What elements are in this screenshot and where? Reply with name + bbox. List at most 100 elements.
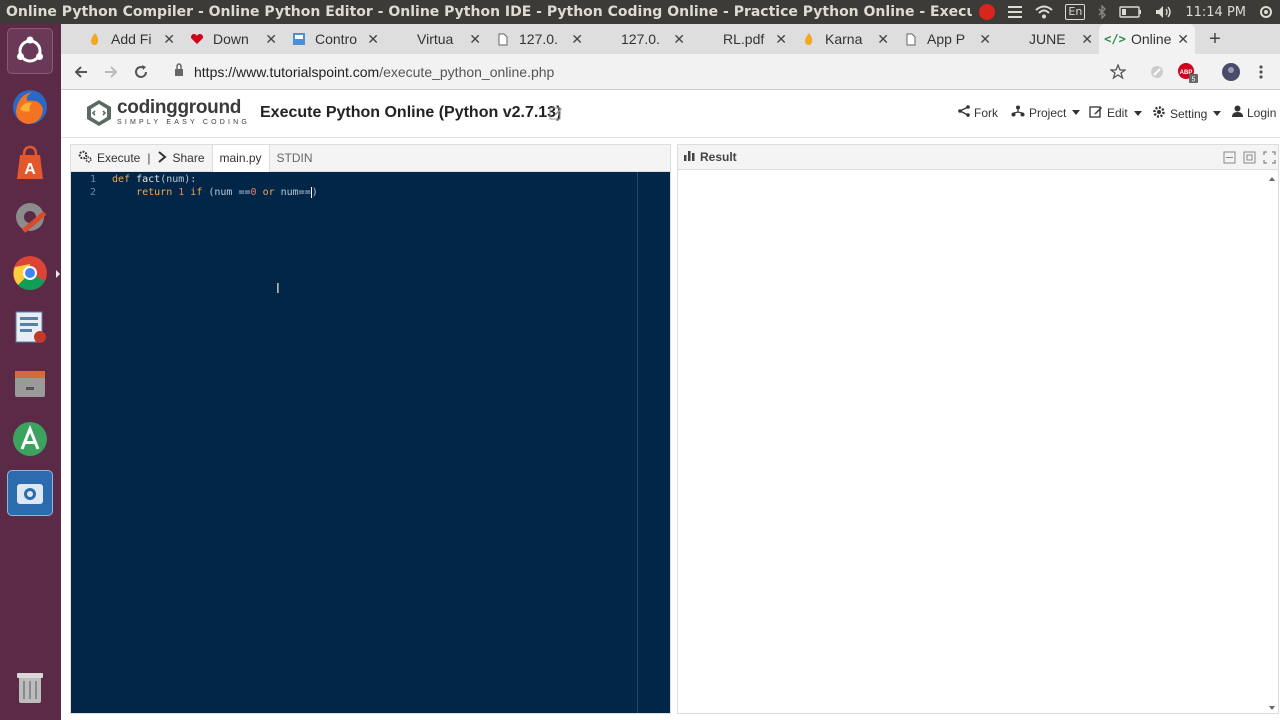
tab-main-py[interactable]: main.py [211, 144, 270, 172]
tab-june[interactable]: JUNE ✕ [997, 24, 1099, 54]
keyboard-layout-indicator[interactable]: En [1059, 0, 1091, 24]
share-button[interactable]: Share [150, 145, 211, 172]
tab-localhost-2[interactable]: 127.0. ✕ [589, 24, 691, 54]
close-icon[interactable]: ✕ [469, 31, 487, 48]
software-center-icon[interactable]: A [7, 140, 53, 186]
logo-mark-icon [85, 99, 113, 127]
edit-icon [1089, 105, 1103, 121]
login-link[interactable]: Login [1232, 105, 1276, 120]
power-gear-icon[interactable] [1252, 0, 1280, 24]
screenshot-tool-icon[interactable] [7, 470, 53, 516]
chrome-window: Add Fi ✕ Down ✕ Contro ✕ Virtua ✕ 127.0.… [61, 24, 1280, 720]
tab-downloads[interactable]: Down ✕ [181, 24, 283, 54]
project-icon [1011, 105, 1025, 120]
system-settings-icon[interactable] [7, 194, 53, 240]
flame-icon [87, 31, 103, 47]
tab-control[interactable]: Contro ✕ [283, 24, 385, 54]
reload-button[interactable] [129, 60, 153, 84]
tab-online-active[interactable]: </> Online ✕ [1099, 24, 1195, 54]
address-bar[interactable]: https://www.tutorialspoint.com/execute_p… [194, 64, 554, 80]
chrome-icon[interactable] [7, 250, 53, 296]
close-icon[interactable]: ✕ [571, 31, 589, 48]
editor-toolbar: Execute | Share main.py STDIN [71, 144, 670, 172]
close-icon[interactable]: ✕ [979, 31, 997, 48]
blank-page-icon [1005, 31, 1021, 47]
project-menu[interactable]: Project [1011, 105, 1081, 120]
android-studio-icon[interactable] [7, 416, 53, 462]
blank-page-icon [393, 31, 409, 47]
tab-add-file[interactable]: Add Fi ✕ [79, 24, 181, 54]
web-page: codingground SIMPLY EASY CODING Execute … [61, 90, 1280, 720]
close-icon[interactable]: ✕ [163, 31, 181, 48]
ubuntu-dash-icon[interactable] [7, 28, 53, 74]
collapse-icon[interactable] [1223, 151, 1236, 164]
page-icon [495, 31, 511, 47]
tab-strip: Add Fi ✕ Down ✕ Contro ✕ Virtua ✕ 127.0.… [61, 24, 1280, 54]
bluetooth-icon[interactable] [1091, 0, 1113, 24]
edit-menu[interactable]: Edit [1089, 105, 1142, 121]
back-button[interactable] [69, 60, 93, 84]
close-icon[interactable]: ✕ [775, 31, 793, 48]
system-tray: En 11:14 PM [973, 0, 1280, 24]
flame-icon [801, 31, 817, 47]
files-icon[interactable] [7, 360, 53, 406]
site-header: codingground SIMPLY EASY CODING Execute … [61, 90, 1280, 138]
hamburger-menu-icon[interactable] [1001, 0, 1029, 24]
svg-text:A: A [24, 161, 36, 178]
scroll-down-arrow[interactable] [1266, 701, 1278, 713]
running-indicator [56, 270, 60, 278]
scroll-up-arrow[interactable] [1266, 172, 1278, 184]
tab-karna[interactable]: Karna ✕ [793, 24, 895, 54]
svg-text:5: 5 [1192, 77, 1196, 84]
execute-button[interactable]: Execute [71, 145, 147, 172]
close-icon[interactable]: ✕ [673, 31, 691, 48]
wifi-icon[interactable] [1029, 0, 1059, 24]
close-icon[interactable]: ✕ [367, 31, 385, 48]
window-title: Online Python Compiler - Online Python E… [6, 4, 972, 20]
tab-localhost-1[interactable]: 127.0. ✕ [487, 24, 589, 54]
bookmark-star-icon[interactable] [1106, 60, 1130, 84]
battery-icon[interactable] [1113, 0, 1149, 24]
tab-app[interactable]: App P ✕ [895, 24, 997, 54]
chevron-down-icon [1213, 111, 1222, 116]
mouse-ibeam-cursor: I [276, 282, 280, 297]
close-icon[interactable]: ✕ [1081, 31, 1099, 48]
close-icon[interactable]: ✕ [877, 31, 895, 48]
code-line[interactable]: 2 return 1 if (num ==0 or num==) [71, 186, 318, 199]
codingground-logo[interactable]: codingground SIMPLY EASY CODING [85, 98, 250, 127]
code-line[interactable]: 1 def fact(num): [71, 173, 196, 186]
screen-recorder-icon[interactable] [973, 0, 1001, 24]
trash-icon[interactable] [7, 664, 53, 710]
document-viewer-icon[interactable] [7, 304, 53, 350]
restore-icon[interactable] [1243, 151, 1256, 164]
chrome-menu-icon[interactable] [1249, 60, 1273, 84]
tab-rl-pdf[interactable]: RL.pdf ✕ [691, 24, 793, 54]
result-pane: Result [677, 144, 1279, 714]
tab-virtual[interactable]: Virtua ✕ [385, 24, 487, 54]
code-editor[interactable]: 1 def fact(num): 2 return 1 if (num ==0 o… [71, 172, 670, 713]
browser-toolbar: https://www.tutorialspoint.com/execute_p… [61, 54, 1280, 90]
edit-title-icon[interactable] [549, 106, 563, 120]
bar-chart-icon [684, 150, 696, 164]
tab-stdin[interactable]: STDIN [270, 145, 320, 172]
fullscreen-icon[interactable] [1263, 151, 1276, 164]
forward-button[interactable] [99, 60, 123, 84]
new-tab-button[interactable]: + [1203, 28, 1227, 52]
clock[interactable]: 11:14 PM [1179, 0, 1252, 24]
adblock-icon[interactable]: ABP 5 [1175, 60, 1199, 84]
close-icon[interactable]: ✕ [1177, 31, 1195, 48]
avatar[interactable] [1219, 60, 1243, 84]
code-icon: </> [1104, 32, 1126, 46]
volume-icon[interactable] [1149, 0, 1179, 24]
lock-icon[interactable] [174, 63, 184, 77]
chevron-down-icon [1133, 110, 1142, 116]
control-panel-icon [291, 31, 307, 47]
fork-menu[interactable]: Fork [958, 105, 998, 120]
close-icon[interactable]: ✕ [265, 31, 283, 48]
blank-page-icon [699, 31, 715, 47]
setting-menu[interactable]: Setting [1152, 105, 1222, 122]
editor-pane: Execute | Share main.py STDIN 1 def fact(… [70, 144, 671, 714]
extension-icon[interactable] [1145, 60, 1169, 84]
firefox-icon[interactable] [7, 84, 53, 130]
os-top-bar: Online Python Compiler - Online Python E… [0, 0, 1280, 24]
